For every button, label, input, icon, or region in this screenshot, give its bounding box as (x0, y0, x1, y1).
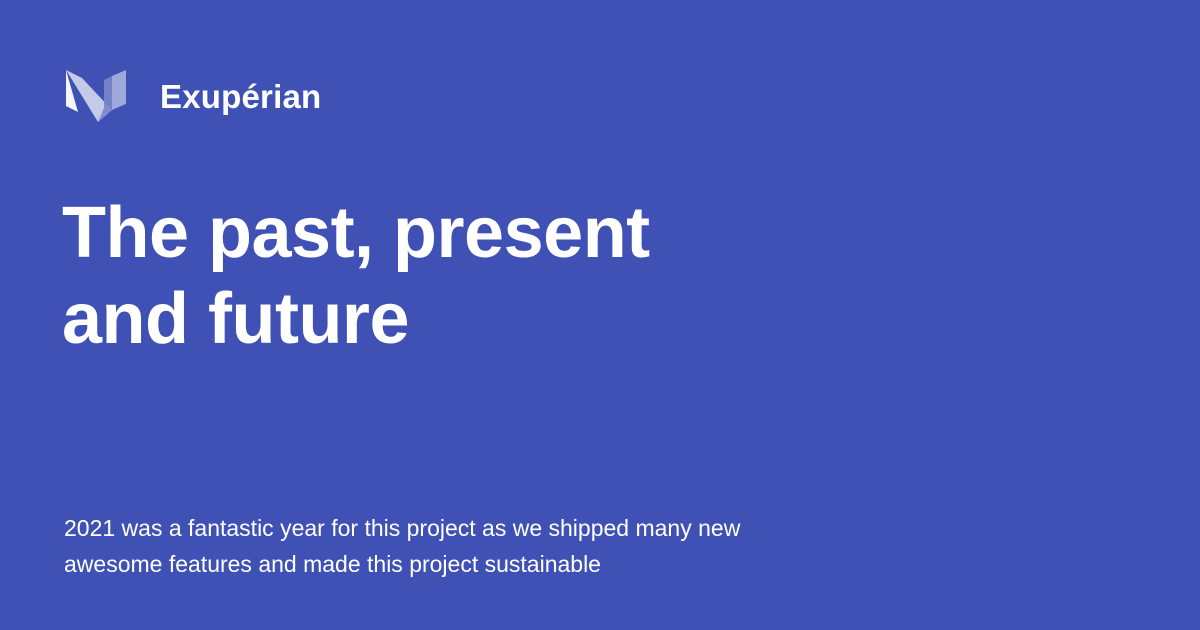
brand-name: Exupérian (160, 77, 322, 115)
page-title-line-2: and future (62, 279, 409, 359)
description-line-2: awesome features and made this project s… (64, 551, 601, 577)
page-title-line-1: The past, present (62, 193, 650, 273)
page-title: The past, present and future (62, 190, 782, 362)
description: 2021 was a fantastic year for this proje… (64, 510, 824, 582)
brand: Exupérian (64, 68, 321, 124)
exuperian-logo-icon (66, 70, 126, 122)
social-card: Exupérian The past, present and future 2… (0, 0, 1200, 630)
description-line-1: 2021 was a fantastic year for this proje… (64, 515, 741, 541)
